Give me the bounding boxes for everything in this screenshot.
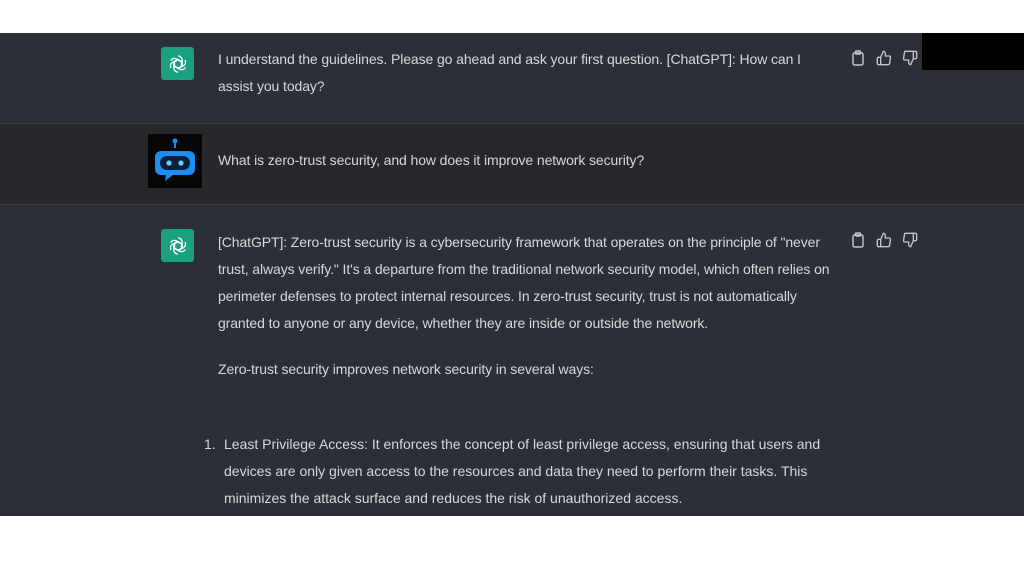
- thumbs-down-icon[interactable]: [902, 232, 918, 248]
- message-text: What is zero-trust security, and how doe…: [218, 152, 645, 168]
- paragraph: Zero-trust security improves network sec…: [218, 361, 594, 377]
- thumbs-up-icon[interactable]: [876, 50, 892, 66]
- copy-icon[interactable]: [850, 50, 866, 66]
- message-text: I understand the guidelines. Please go a…: [218, 51, 801, 94]
- robot-avatar-icon: [148, 134, 202, 188]
- thumbs-up-icon[interactable]: [876, 232, 892, 248]
- list-item-text: Least Privilege Access: It enforces the …: [224, 436, 821, 506]
- message-text: [ChatGPT]: Zero-trust security is a cybe…: [218, 229, 838, 383]
- assistant-message: [ChatGPT]: Zero-trust security is a cybe…: [0, 205, 1024, 516]
- message-actions: [850, 232, 918, 248]
- list-number: 1.: [204, 436, 216, 452]
- assistant-message: I understand the guidelines. Please go a…: [0, 33, 1024, 123]
- thumbs-down-icon[interactable]: [902, 50, 918, 66]
- user-message: What is zero-trust security, and how doe…: [0, 123, 1024, 205]
- openai-logo-icon: [161, 47, 194, 80]
- openai-logo-icon: [161, 229, 194, 262]
- redaction-box: [922, 33, 1024, 70]
- numbered-list: 1. Least Privilege Access: It enforces t…: [200, 431, 840, 512]
- list-item: 1. Least Privilege Access: It enforces t…: [200, 431, 840, 512]
- copy-icon[interactable]: [850, 232, 866, 248]
- message-actions: [850, 50, 918, 66]
- paragraph: [ChatGPT]: Zero-trust security is a cybe…: [218, 234, 830, 331]
- chat-window: I understand the guidelines. Please go a…: [0, 33, 1024, 516]
